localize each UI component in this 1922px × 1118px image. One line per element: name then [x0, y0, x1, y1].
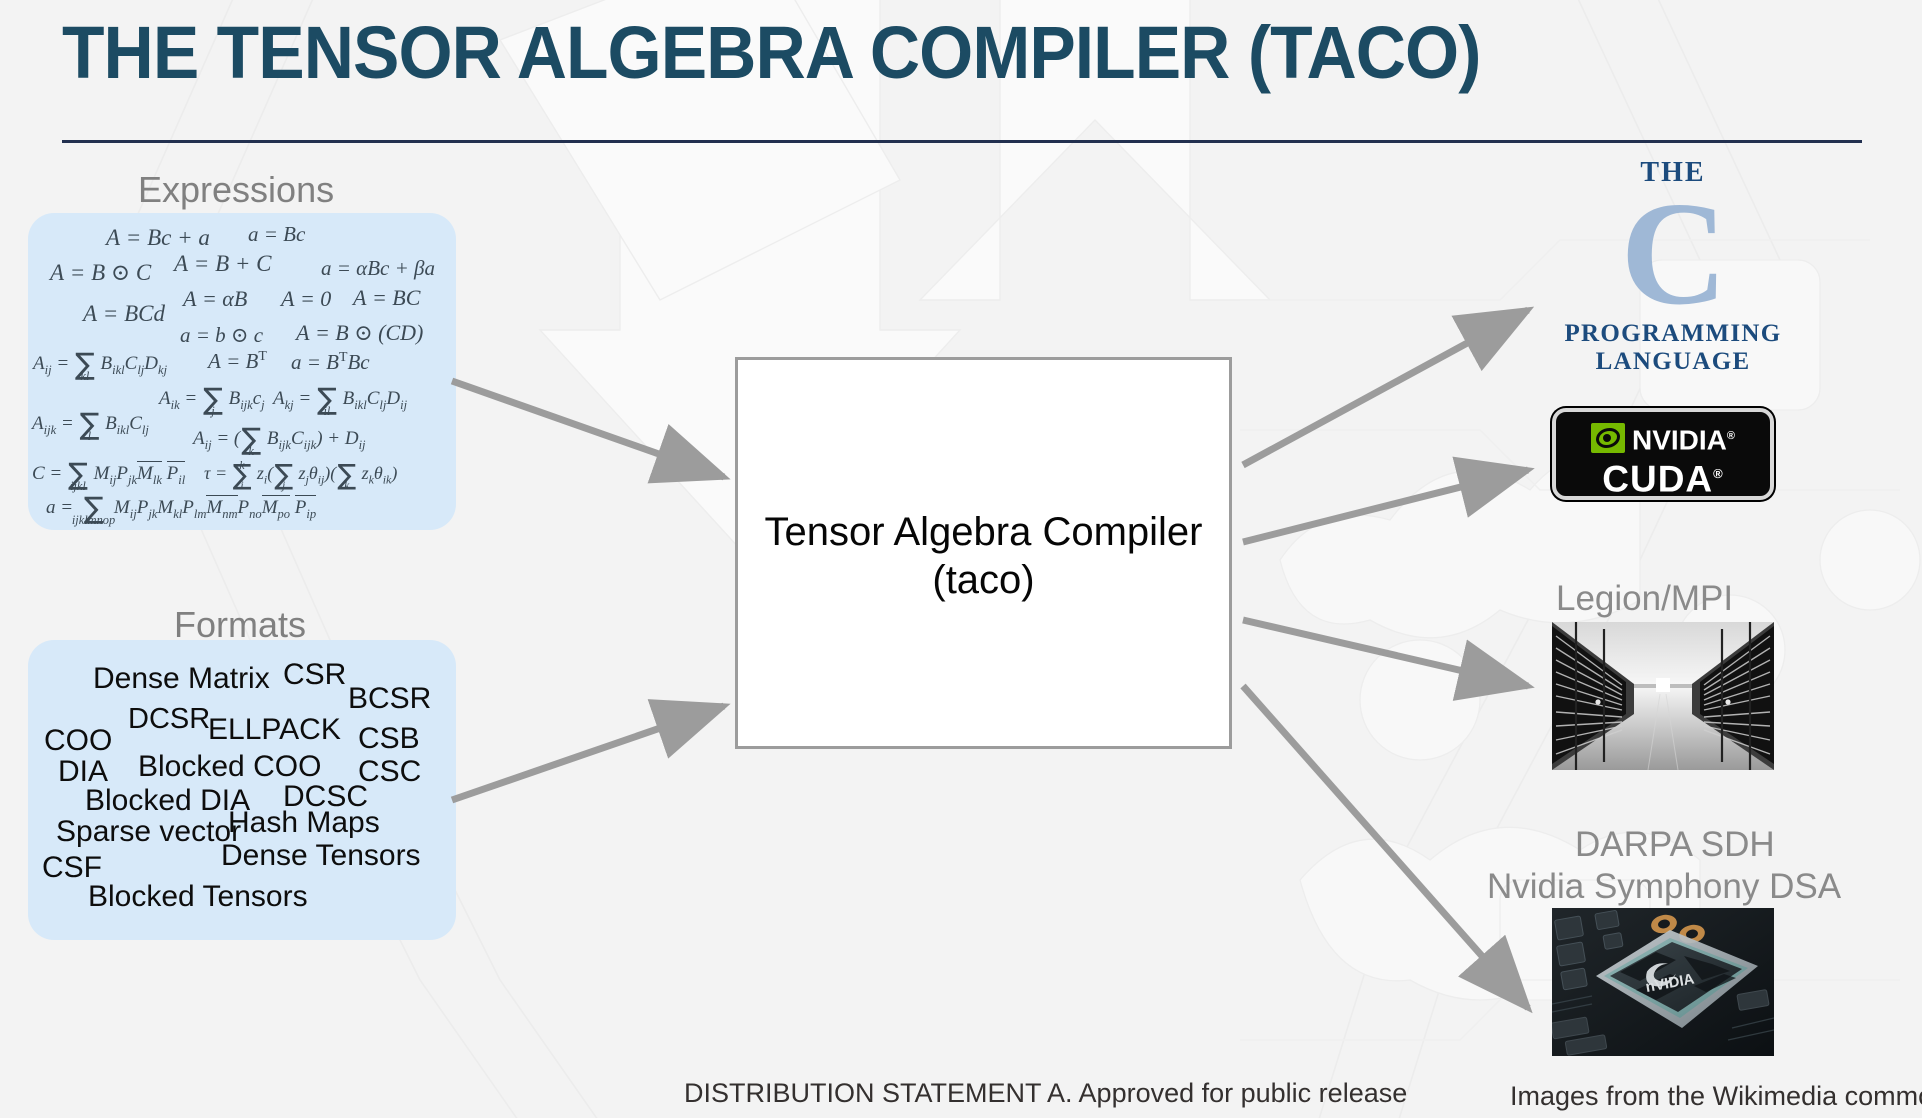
image-credit: Images from the Wikimedia commons — [1510, 1081, 1922, 1111]
gpu-die-photo-art: nVIDIA — [1552, 908, 1774, 1056]
cuda-wordmark-text: CUDA — [1602, 458, 1714, 500]
arrow-compiler-to-c — [1241, 306, 1535, 469]
expression-item: a = b ⊙ c — [180, 323, 264, 347]
c-logo-line2: LANGUAGE — [1595, 348, 1751, 375]
legion-mpi-label: Legion/MPI — [1556, 579, 1734, 618]
expression-item: a = BTBc — [291, 349, 370, 374]
nvidia-symphony-dsa-label: Nvidia Symphony DSA — [1487, 867, 1842, 906]
nvidia-wordmark-text: NVIDIA — [1631, 424, 1727, 456]
arrow-formats-to-compiler — [450, 699, 731, 804]
format-item: Blocked Tensors — [88, 880, 308, 913]
nvidia-registered-mark: ® — [1726, 430, 1735, 442]
datacenter-photo-art — [1552, 622, 1774, 770]
expression-item: A = B ⊙ (CD) — [296, 320, 424, 345]
compiler-node-label: Tensor Algebra Compiler (taco) — [738, 508, 1229, 604]
expression-item: C = ∑ ijkl MijPjkMlk Pil — [32, 457, 186, 494]
expression-item: A = BC — [353, 285, 421, 310]
datacenter-photo — [1552, 622, 1774, 770]
distribution-statement: DISTRIBUTION STATEMENT A. Approved for p… — [684, 1078, 1408, 1108]
compiler-node-line2: (taco) — [932, 558, 1035, 602]
format-item: DCSR — [128, 703, 211, 735]
expression-item: Akj = ∑ il BiklCljDij — [273, 382, 408, 419]
format-item: COO — [44, 724, 113, 757]
c-logo-letter: C — [1620, 172, 1728, 336]
expression-item: A = B + C — [174, 251, 272, 276]
slide-canvas: THE TENSOR ALGEBRA COMPILER (TACO) Expre… — [0, 0, 1922, 1118]
expression-item: τ = ∑ k i zi(∑ j zjθij)(∑ k zkθik) — [204, 458, 398, 493]
format-item: BCSR — [348, 682, 432, 715]
expressions-caption: Expressions — [138, 169, 335, 210]
expressions-panel: A = Bc + a a = Bc A = B ⊙ C A = B + C a … — [28, 213, 456, 530]
compiler-node[interactable]: Tensor Algebra Compiler (taco) — [735, 357, 1232, 749]
expression-item: A = αB — [183, 286, 248, 311]
format-item: CSB — [358, 722, 420, 755]
nvidia-wordmark: NVIDIA® — [1632, 421, 1735, 455]
expression-item: Aij = ∑ kl BiklCljDkj — [33, 347, 168, 384]
expression-item: a = Bc — [248, 222, 306, 246]
title-divider — [62, 140, 1862, 143]
format-item: CSR — [283, 658, 347, 691]
cuda-wordmark: CUDA® — [1556, 454, 1770, 499]
format-item: Sparse vector — [56, 815, 242, 848]
expression-item: a = ∑ ijklmnop MijPjkMklPlmMnmPnoMpo Pip — [46, 491, 317, 528]
c-logo-line1: PROGRAMMING — [1564, 320, 1782, 347]
darpa-sdh-label: DARPA SDH — [1575, 825, 1775, 864]
format-item: Dense Tensors — [221, 839, 421, 872]
cuda-registered-mark: ® — [1713, 466, 1724, 481]
nvidia-cuda-logo: NVIDIA® CUDA® — [1552, 408, 1774, 500]
expression-item: Aik = ∑ j Bijkcj — [159, 382, 265, 419]
expression-item: A = Bc + a — [106, 225, 210, 250]
expression-item: A = BT — [208, 348, 267, 373]
format-item: Dense Matrix — [93, 662, 270, 695]
expression-item: Aij = (∑ k BijkCijk) + Dij — [193, 422, 366, 459]
formats-panel: Dense Matrix CSR BCSR DCSR ELLPACK COO C… — [28, 640, 456, 940]
expression-item: A = B ⊙ C — [50, 260, 152, 285]
arrow-compiler-to-legion — [1242, 616, 1535, 701]
format-item: ELLPACK — [208, 713, 341, 746]
c-programming-language-logo: THE C PROGRAMMING LANGUAGE — [1558, 158, 1788, 376]
gpu-die-photo: nVIDIA — [1552, 908, 1774, 1056]
format-item: Blocked DIA — [85, 784, 251, 817]
expression-item: A = BCd — [83, 301, 165, 326]
nvidia-eye-icon — [1590, 423, 1625, 454]
expression-item: Aijk = ∑ l BiklClj — [32, 407, 149, 444]
nvidia-brand-row: NVIDIA® — [1556, 421, 1770, 455]
arrow-compiler-to-cuda — [1242, 456, 1535, 546]
expression-item: A = 0 — [281, 286, 332, 311]
expression-item: a = αBc + βa — [321, 256, 435, 280]
format-item: Hash Maps — [228, 806, 380, 839]
compiler-node-line1: Tensor Algebra Compiler — [764, 510, 1203, 554]
format-item: Blocked COO — [138, 750, 322, 783]
arrow-expressions-to-compiler — [450, 377, 731, 484]
page-title: THE TENSOR ALGEBRA COMPILER (TACO) — [62, 11, 1481, 94]
arrow-compiler-to-sdh — [1240, 683, 1533, 1014]
